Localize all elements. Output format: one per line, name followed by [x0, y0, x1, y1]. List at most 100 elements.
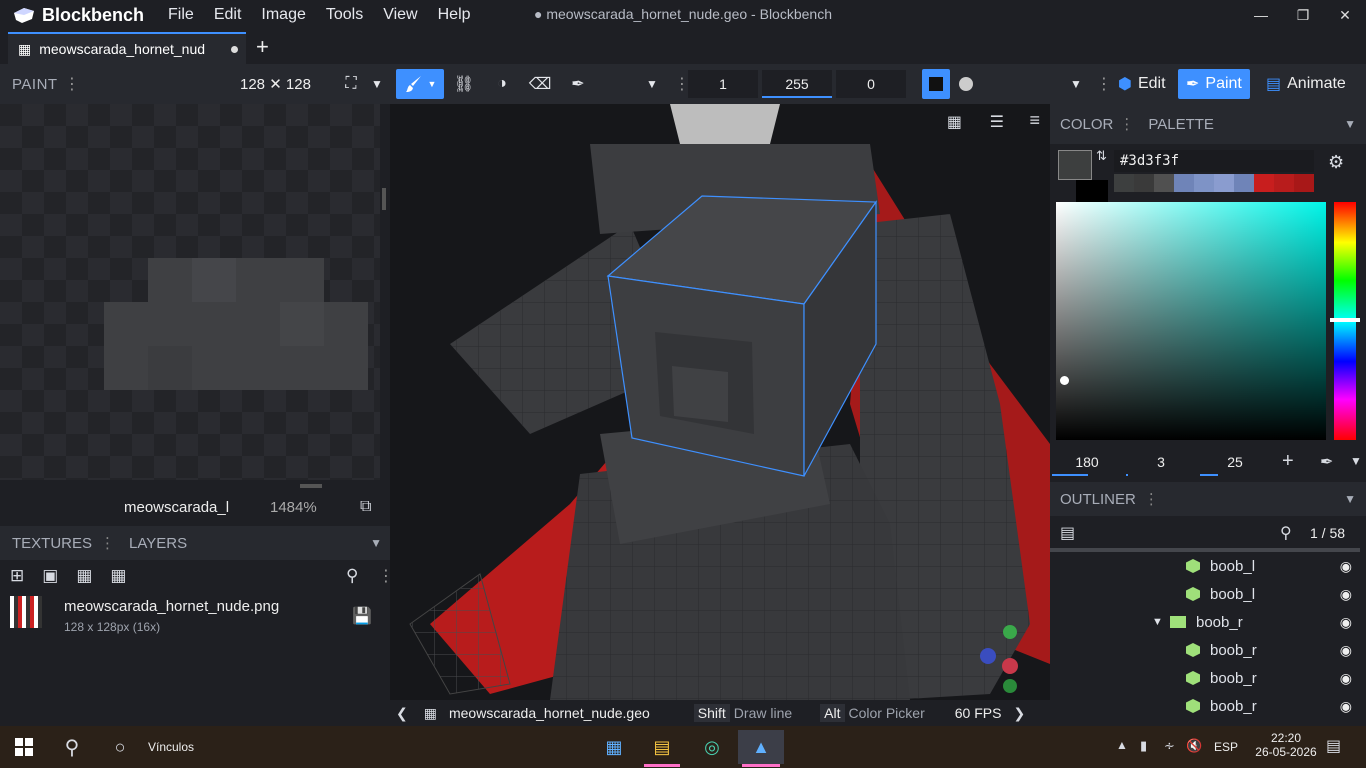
app-icon[interactable]: ◎ — [692, 730, 732, 764]
drag-handle-icon[interactable]: ⋮ — [100, 534, 115, 552]
chevron-up-icon[interactable]: ▲ — [1116, 738, 1128, 752]
wifi-icon[interactable]: ∻ — [1164, 738, 1175, 754]
maximize-button[interactable]: ❐ — [1282, 0, 1324, 30]
fullscreen-icon[interactable]: ⛶ — [338, 69, 364, 99]
paint-mode-button[interactable]: ✒ Paint — [1178, 69, 1250, 99]
outliner-item[interactable]: boob_r ◉ — [1050, 664, 1366, 692]
add-group-icon[interactable]: ▤ — [1060, 523, 1075, 543]
search-icon[interactable]: ⚲ — [52, 730, 92, 764]
notifications-icon[interactable]: ▤ — [1326, 736, 1341, 756]
history-swatch[interactable] — [1214, 174, 1234, 192]
project-tab[interactable]: ▦ meowscarada_hornet_nud — [8, 32, 246, 64]
menu-icon[interactable]: ≡ — [1029, 110, 1040, 131]
import-texture-icon[interactable]: ⊞ — [10, 566, 24, 586]
chevron-down-icon[interactable]: ▼ — [1152, 616, 1170, 628]
primary-color-swatch[interactable] — [1058, 150, 1092, 180]
fill-tool-button[interactable]: ◑ — [488, 69, 516, 99]
battery-icon[interactable]: ▮ — [1140, 738, 1147, 754]
history-swatch[interactable] — [1274, 174, 1294, 192]
background-image-icon[interactable]: ▦ — [947, 112, 962, 132]
chevron-right-icon[interactable]: ❯ — [1013, 705, 1025, 722]
chevron-down-icon[interactable]: ▼ — [370, 536, 382, 550]
texture-list-item[interactable]: meowscarada_hornet_nude.png 128 x 128px … — [0, 592, 390, 640]
value-input[interactable]: 25 — [1200, 448, 1270, 476]
outliner-item[interactable]: boob_r ◉ — [1050, 692, 1366, 720]
eye-icon[interactable]: ◉ — [1340, 698, 1352, 715]
mode-chevron-icon[interactable]: ▼ — [1064, 69, 1088, 99]
brush-softness-input[interactable]: 0 — [836, 70, 906, 98]
eyedropper-icon[interactable]: ✒ — [1320, 452, 1333, 472]
cortana-icon[interactable]: ○ — [100, 730, 140, 764]
color-picker-tool-button[interactable]: ✒ — [564, 69, 592, 99]
uv-scrollbar[interactable] — [382, 188, 386, 210]
outliner-item[interactable]: boob_l ◉ — [1050, 580, 1366, 608]
uv-h-scrollbar[interactable] — [300, 484, 322, 488]
new-tab-button[interactable]: + — [256, 34, 269, 60]
history-swatch[interactable] — [1234, 174, 1254, 192]
search-icon[interactable]: ⚲ — [1280, 523, 1292, 543]
chevron-down-icon[interactable]: ▼ — [366, 69, 388, 99]
menu-file[interactable]: File — [158, 6, 204, 24]
menu-edit[interactable]: Edit — [204, 6, 252, 24]
brush-tool-button[interactable]: ▼ — [396, 69, 444, 99]
chevron-down-icon[interactable]: ▼ — [1344, 117, 1356, 131]
uv-editor-canvas[interactable] — [0, 104, 380, 480]
language-indicator[interactable]: ESP — [1214, 740, 1238, 754]
menu-image[interactable]: Image — [251, 6, 315, 24]
history-swatch[interactable] — [1194, 174, 1214, 192]
load-texture-icon[interactable]: ▦ — [76, 566, 92, 586]
stamp-tool-button[interactable]: ⛓ — [450, 69, 478, 99]
outliner-item[interactable]: boob_l ◉ — [1050, 552, 1366, 580]
chevron-down-icon[interactable]: ▼ — [1350, 454, 1362, 468]
save-icon[interactable]: 💾 — [352, 606, 372, 626]
eraser-tool-button[interactable]: ⌫ — [526, 69, 554, 99]
history-swatch[interactable] — [1134, 174, 1154, 192]
brush-size-input[interactable]: 1 — [688, 70, 758, 98]
animate-mode-button[interactable]: ▤ Animate — [1258, 69, 1354, 99]
start-button[interactable] — [4, 730, 44, 764]
drag-handle-icon[interactable]: ⋮ — [1144, 490, 1159, 508]
drag-handle-icon[interactable]: ⋮ — [64, 74, 80, 94]
tab-textures[interactable]: TEXTURES — [12, 535, 92, 552]
round-brush-button[interactable] — [952, 69, 980, 99]
create-texture-icon[interactable]: ▣ — [42, 566, 58, 586]
file-explorer-icon[interactable]: ▤ — [642, 730, 682, 764]
menu-tools[interactable]: Tools — [316, 6, 373, 24]
store-icon[interactable]: ▦ — [594, 730, 634, 764]
hue-slider[interactable] — [1330, 202, 1360, 440]
hue-input[interactable]: 180 — [1052, 448, 1122, 476]
swap-colors-icon[interactable]: ⇅ — [1096, 148, 1107, 164]
menu-help[interactable]: Help — [428, 6, 481, 24]
edit-mode-button[interactable]: ⬢ Edit — [1110, 69, 1174, 99]
saturation-value-field[interactable] — [1056, 202, 1326, 440]
close-button[interactable]: ✕ — [1324, 0, 1366, 30]
history-swatch[interactable] — [1174, 174, 1194, 192]
brush-dropdown-icon[interactable]: ▼ — [428, 79, 437, 89]
chevron-down-icon[interactable]: ▼ — [1344, 492, 1356, 506]
square-brush-button[interactable] — [922, 69, 950, 99]
brush-opacity-input[interactable]: 255 — [762, 70, 832, 98]
drag-handle-icon[interactable]: ⋮ — [1119, 115, 1134, 133]
color-cursor[interactable] — [1060, 376, 1069, 385]
hue-handle[interactable] — [1330, 318, 1360, 322]
tools-more-chevron-icon[interactable]: ▼ — [640, 69, 664, 99]
outliner-group[interactable]: ▼ boob_r ◉ — [1050, 608, 1366, 636]
tab-layers[interactable]: LAYERS — [129, 535, 187, 552]
copy-icon[interactable]: ⧉ — [360, 498, 371, 516]
eye-icon[interactable]: ◉ — [1340, 642, 1352, 659]
history-swatch[interactable] — [1254, 174, 1274, 192]
blockbench-taskbar-icon[interactable]: ▲ — [738, 730, 784, 764]
history-swatch[interactable] — [1294, 174, 1314, 192]
3d-viewport[interactable]: ▦ ☰ ≡ — [390, 104, 1050, 700]
chevron-left-icon[interactable]: ❮ — [396, 705, 408, 722]
add-to-palette-icon[interactable]: + — [1282, 450, 1294, 473]
saturation-input[interactable]: 3 — [1126, 448, 1196, 476]
history-swatch[interactable] — [1114, 174, 1134, 192]
history-swatch[interactable] — [1154, 174, 1174, 192]
hex-input[interactable]: #3d3f3f — [1114, 150, 1314, 172]
volume-mute-icon[interactable]: 🔇 — [1186, 738, 1202, 754]
menu-view[interactable]: View — [373, 6, 427, 24]
search-icon[interactable]: ⚲ — [346, 566, 358, 586]
tab-color[interactable]: COLOR — [1060, 116, 1113, 133]
texture-grid-icon[interactable]: ▦ — [110, 566, 126, 586]
